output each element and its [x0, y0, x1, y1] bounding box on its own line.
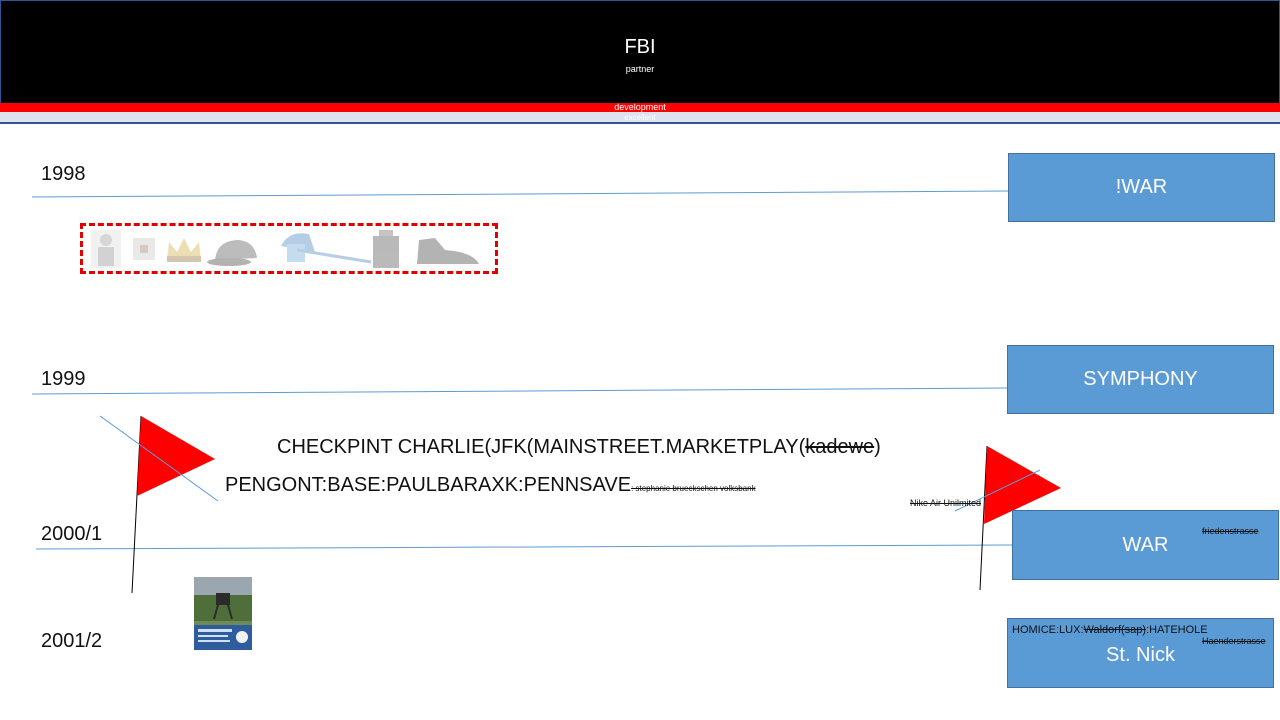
homice-struck: Waldorf(sap)	[1083, 624, 1147, 636]
box-symphony: SYMPHONY	[1007, 345, 1274, 414]
small-item-thumbnail-icon	[133, 238, 155, 260]
homice-prefix: HOMICE:LUX:	[1012, 624, 1084, 636]
nike-note: Nike Air Unilmited	[910, 498, 982, 508]
year-1999: 1999	[41, 368, 86, 390]
haenderstrasse-note: Haenderstrasse	[1202, 636, 1266, 646]
year-1998: 1998	[41, 163, 86, 185]
person-thumbnail-icon	[91, 230, 121, 268]
box-war: WAR	[1012, 510, 1279, 580]
pengont-small-text: : stephanie brueckschen volksbank	[631, 484, 756, 493]
box-not-war: !WAR	[1008, 153, 1275, 222]
checkpoint-struck-text: kadewe	[805, 436, 875, 458]
year-2001-2: 2001/2	[41, 630, 103, 652]
left-flag-icon	[137, 416, 215, 496]
crown-thumbnail-icon	[167, 238, 201, 262]
shoe-thumbnail-icon	[417, 238, 479, 264]
year-2000-1: 2000/1	[41, 523, 103, 545]
pengont-text: PENGONT:BASE:PAULBARAXK:PENNSAVE	[225, 474, 632, 496]
items-frame	[80, 223, 498, 274]
timeline-line-1998	[31, 190, 1009, 198]
checkpoint-note: CHECKPINT CHARLIE(JFK(MAINSTREET.MARKETP…	[277, 436, 881, 459]
timeline-line-2000	[35, 544, 1013, 550]
checkpoint-text: CHECKPINT CHARLIE(JFK(MAINSTREET.MARKETP…	[277, 436, 806, 458]
timeline-line-1999	[31, 387, 1008, 395]
thumbnail-strip	[91, 230, 479, 268]
bag-thumbnail-icon	[373, 230, 399, 268]
homice-note: HOMICE:LUX:Waldorf(sap):HATEHOLE	[1012, 624, 1208, 636]
pengont-note: PENGONT:BASE:PAULBARAXK:PENNSAVE: stepha…	[225, 474, 756, 497]
blue-cap-thumbnail-icon	[281, 233, 372, 264]
cap-thumbnail-icon	[207, 240, 257, 266]
friedenstrasse-note: friedenstrasse	[1202, 526, 1259, 536]
homice-suffix: :HATEHOLE	[1146, 624, 1208, 636]
poster-thumbnail-icon	[194, 577, 252, 650]
checkpoint-close-text: )	[874, 436, 881, 458]
